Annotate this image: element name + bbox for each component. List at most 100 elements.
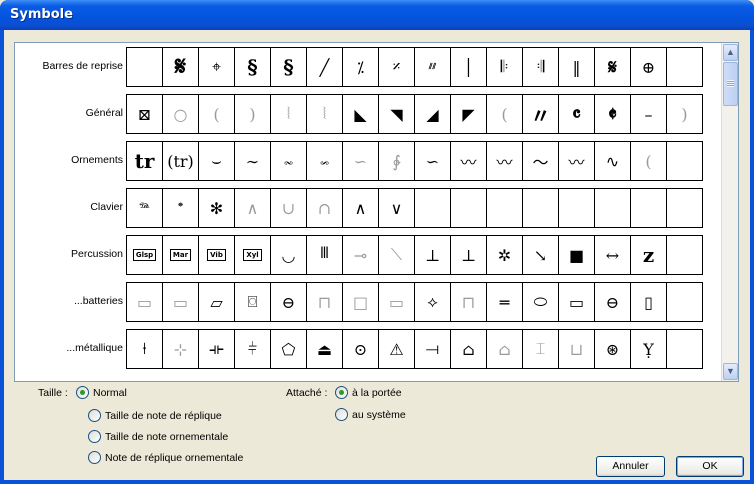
vertical-scrollbar[interactable]: ▲ ▼: [721, 43, 738, 381]
symbol-cell[interactable]: ⟍: [379, 235, 415, 275]
symbol-cell[interactable]: ⫽⫽: [415, 47, 451, 87]
radio-selected-icon[interactable]: [335, 386, 348, 399]
symbol-cell[interactable]: 𝆮: [127, 188, 163, 228]
scroll-thumb[interactable]: [723, 62, 738, 106]
symbol-cell-empty[interactable]: [487, 188, 523, 228]
symbol-cell-empty[interactable]: [127, 47, 163, 87]
symbol-cell[interactable]: 𝆯: [163, 188, 199, 228]
symbol-cell[interactable]: ⊸: [343, 235, 379, 275]
symbol-cell[interactable]: ⌼: [235, 282, 271, 322]
symbol-cell[interactable]: 〰: [487, 141, 523, 181]
symbol-cell[interactable]: Glsp: [127, 235, 163, 275]
symbol-cell[interactable]: 𝄎: [379, 47, 415, 87]
size-option-cue[interactable]: Taille de note de réplique: [88, 409, 222, 422]
scroll-down-arrow-icon[interactable]: ▼: [723, 363, 738, 380]
symbol-cell[interactable]: ⦚: [271, 94, 307, 134]
symbol-cell[interactable]: ◡: [271, 235, 307, 275]
symbol-cell[interactable]: ↘: [523, 235, 559, 275]
symbol-cell[interactable]: │: [451, 47, 487, 87]
symbol-cell[interactable]: ∼: [235, 141, 271, 181]
symbol-cell[interactable]: ⊥: [415, 235, 451, 275]
symbol-cell[interactable]: 𝄵: [595, 94, 631, 134]
symbol-cell[interactable]: ⊓: [307, 282, 343, 322]
title-bar[interactable]: Symbole: [0, 0, 754, 30]
symbol-cell[interactable]: Xyl: [235, 235, 271, 275]
symbol-cell[interactable]: ⁒: [343, 47, 379, 87]
symbol-cell[interactable]: ⍿: [127, 329, 163, 369]
symbol-cell-empty[interactable]: [559, 188, 595, 228]
attached-option-system[interactable]: au système: [335, 408, 406, 421]
symbol-cell[interactable]: 𝆘: [307, 141, 343, 181]
scroll-up-arrow-icon[interactable]: ▲: [723, 44, 738, 61]
symbol-cell[interactable]: ∧: [343, 188, 379, 228]
symbol-cell[interactable]: ⊥: [451, 235, 487, 275]
symbol-cell[interactable]: ○: [163, 94, 199, 134]
symbol-cell[interactable]: ◣: [343, 94, 379, 134]
symbol-cell[interactable]: ▱: [199, 282, 235, 322]
symbol-cell[interactable]: ⊖: [271, 282, 307, 322]
symbol-cell-empty[interactable]: [631, 188, 667, 228]
symbol-cell[interactable]: ⊕: [631, 47, 667, 87]
symbol-cell[interactable]: ∨: [379, 188, 415, 228]
symbol-cell[interactable]: ⟛: [199, 329, 235, 369]
symbol-cell-empty[interactable]: [523, 188, 559, 228]
symbol-cell[interactable]: ⌶: [523, 329, 559, 369]
symbol-cell[interactable]: ▯: [631, 282, 667, 322]
ok-button[interactable]: OK: [676, 456, 744, 477]
symbol-cell[interactable]: ⬠: [271, 329, 307, 369]
symbol-cell[interactable]: ⊔: [559, 329, 595, 369]
symbol-cell[interactable]: ): [667, 94, 703, 134]
symbol-cell[interactable]: ⊙: [343, 329, 379, 369]
symbol-cell[interactable]: ⌣: [199, 141, 235, 181]
symbol-cell[interactable]: ⊹: [163, 329, 199, 369]
symbol-cell-empty[interactable]: [667, 282, 703, 322]
symbol-cell[interactable]: ⟡: [415, 282, 451, 322]
symbol-cell[interactable]: ∪: [271, 188, 307, 228]
symbol-cell[interactable]: ⌂: [451, 329, 487, 369]
symbol-cell[interactable]: ⬭: [523, 282, 559, 322]
symbol-cell[interactable]: (: [487, 94, 523, 134]
symbol-cell[interactable]: ∲: [379, 141, 415, 181]
symbol-cell[interactable]: ⌖: [199, 47, 235, 87]
symbol-cell[interactable]: □: [343, 282, 379, 322]
symbol-cell-empty[interactable]: [415, 188, 451, 228]
symbol-cell[interactable]: –: [631, 94, 667, 134]
symbol-cell-empty[interactable]: [667, 141, 703, 181]
symbol-cell[interactable]: Ỵ: [631, 329, 667, 369]
symbol-cell[interactable]: ✲: [487, 235, 523, 275]
symbol-cell[interactable]: ◤: [451, 94, 487, 134]
symbol-cell[interactable]: 𝄋: [595, 47, 631, 87]
symbol-cell[interactable]: ⌂: [487, 329, 523, 369]
size-option-grace[interactable]: Taille de note ornementale: [88, 430, 228, 443]
symbol-cell[interactable]: ): [235, 94, 271, 134]
symbol-cell-empty[interactable]: [667, 329, 703, 369]
size-option-cue-grace[interactable]: Note de réplique ornementale: [88, 451, 243, 464]
symbol-cell[interactable]: ⊓: [451, 282, 487, 322]
symbol-cell[interactable]: 〰: [451, 141, 487, 181]
symbol-cell[interactable]: ◥: [379, 94, 415, 134]
symbol-cell[interactable]: ▭: [127, 282, 163, 322]
symbol-cell[interactable]: ◢: [415, 94, 451, 134]
symbol-cell[interactable]: Mar: [163, 235, 199, 275]
symbol-cell[interactable]: 〃: [523, 94, 559, 134]
symbol-cell[interactable]: ▭: [559, 282, 595, 322]
symbol-cell[interactable]: ∿: [595, 141, 631, 181]
symbol-cell[interactable]: §: [271, 47, 307, 87]
radio-icon[interactable]: [88, 451, 101, 464]
symbol-cell[interactable]: ⟞: [415, 329, 451, 369]
symbol-cell[interactable]: ⏏: [307, 329, 343, 369]
attached-option-staff[interactable]: à la portée: [335, 386, 402, 399]
symbol-cell[interactable]: Vib: [199, 235, 235, 275]
symbol-cell[interactable]: ╱: [307, 47, 343, 87]
symbol-cell[interactable]: ▭: [163, 282, 199, 322]
symbol-cell[interactable]: ■: [559, 235, 595, 275]
symbol-cell[interactable]: 〰: [559, 141, 595, 181]
size-option-normal[interactable]: Normal: [76, 386, 127, 399]
symbol-cell[interactable]: z: [631, 235, 667, 275]
symbol-cell[interactable]: 𝄴: [559, 94, 595, 134]
symbol-cell-empty[interactable]: [667, 188, 703, 228]
symbol-cell-empty[interactable]: [595, 188, 631, 228]
symbol-cell[interactable]: ✻: [199, 188, 235, 228]
radio-icon[interactable]: [88, 409, 101, 422]
symbol-cell[interactable]: ═: [487, 282, 523, 322]
